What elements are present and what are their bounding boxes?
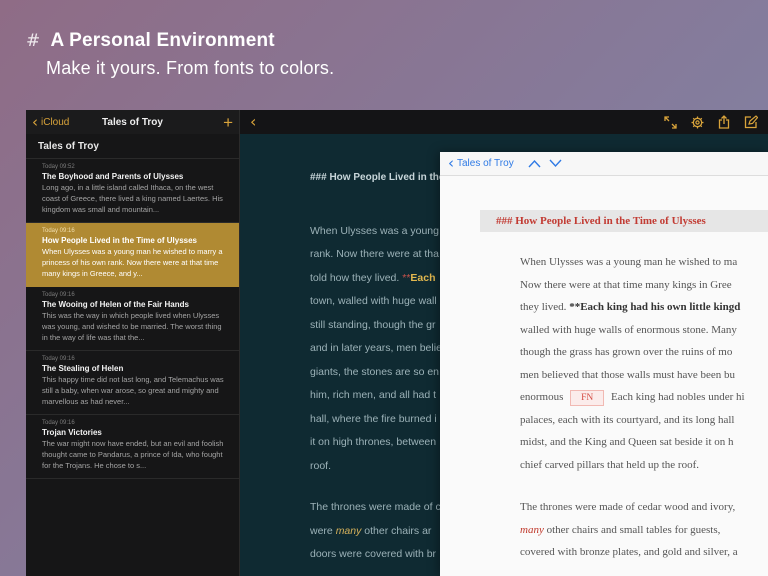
preview-line: men believed that those walls must have … xyxy=(520,368,736,381)
folder-header: Tales of Troy xyxy=(26,134,239,159)
hero-title: A Personal Environment xyxy=(50,30,275,51)
note-list-item[interactable]: Today 09:16 The Wooing of Helen of the F… xyxy=(26,287,239,351)
italic-word: many xyxy=(335,524,362,537)
preview-line: covered with bronze plates, and gold and… xyxy=(520,546,738,558)
preview-line-text: Each king had nobles under hi xyxy=(611,391,745,403)
preview-body: When Ulysses was a young man he wished t… xyxy=(520,251,768,564)
preview-navbar: ‹ Tales of Troy xyxy=(440,152,768,176)
back-label: iCloud xyxy=(41,116,70,128)
back-to-icloud-button[interactable]: ‹ iCloud xyxy=(32,112,70,131)
preview-line: many other chairs and small tables for g… xyxy=(520,519,768,542)
note-date: Today 09:16 xyxy=(42,420,75,426)
editor-toolbar: ‹ xyxy=(240,110,768,134)
preview-line: enormous FN Each king had nobles under h… xyxy=(520,386,768,409)
chevron-down-icon[interactable] xyxy=(549,159,562,168)
preview-pane: ‹ Tales of Troy ### How People Lived in … xyxy=(440,152,768,576)
note-title: The Stealing of Helen xyxy=(42,364,124,373)
preview-line: When Ulysses was a young man he wished t… xyxy=(520,256,738,268)
note-excerpt: This was the way in which people lived w… xyxy=(42,311,222,342)
hero-subtitle: Make it yours. From fonts to colors. xyxy=(46,58,335,78)
preview-line-text: they lived. xyxy=(520,301,567,313)
preview-line: Now there were at that time many kings i… xyxy=(520,278,732,291)
chevron-left-icon: ‹ xyxy=(32,112,38,131)
preview-line: walled with huge walls of enormous stone… xyxy=(520,323,737,336)
note-date: Today 09:16 xyxy=(42,356,75,362)
chevron-left-icon[interactable]: ‹ xyxy=(250,114,256,130)
note-title: Trojan Victories xyxy=(42,428,102,437)
note-excerpt: When Ulysses was a young man he wished t… xyxy=(42,247,223,278)
preview-line: they lived. **Each king had his own litt… xyxy=(520,296,768,319)
chevron-up-icon[interactable] xyxy=(528,159,541,168)
note-list-item-selected[interactable]: Today 09:16 How People Lived in the Time… xyxy=(26,223,239,287)
note-title: The Wooing of Helen of the Fair Hands xyxy=(42,300,189,309)
add-note-button[interactable]: + xyxy=(223,114,233,131)
sidebar: ‹ iCloud Tales of Troy + Tales of Troy T… xyxy=(26,110,240,576)
note-excerpt: The war might now have ended, but an evi… xyxy=(42,439,224,470)
preview-line-text: enormous xyxy=(520,391,564,403)
hash-icon: # xyxy=(26,31,41,51)
italic-word: many xyxy=(520,523,544,536)
note-navigation xyxy=(528,159,562,168)
expand-icon[interactable] xyxy=(664,115,677,129)
editor-tools xyxy=(664,115,758,129)
note-list-item[interactable]: Today 09:52 The Boyhood and Parents of U… xyxy=(26,159,239,223)
note-list-item[interactable]: Today 09:16 The Stealing of Helen This h… xyxy=(26,351,239,415)
bold-word: Each xyxy=(410,271,436,284)
preview-line: chief carved pillars that held up the ro… xyxy=(520,458,699,471)
gear-icon[interactable] xyxy=(691,116,704,129)
sidebar-navbar: ‹ iCloud Tales of Troy + xyxy=(26,110,239,134)
editor-line-text: told how they lived. xyxy=(310,271,400,284)
note-excerpt: Long ago, in a little island called Itha… xyxy=(42,183,223,214)
note-date: Today 09:16 xyxy=(42,228,75,234)
hero: # A Personal Environment Make it yours. … xyxy=(26,30,334,79)
bold-text: **Each king had his own little kingd xyxy=(569,301,741,313)
note-title: How People Lived in the Time of Ulysses xyxy=(42,236,198,245)
share-icon[interactable] xyxy=(718,115,730,129)
note-date: Today 09:16 xyxy=(42,292,75,298)
preview-line: The thrones were made of cedar wood and … xyxy=(520,501,736,513)
footnote-badge[interactable]: FN xyxy=(570,390,605,406)
note-excerpt: This happy time did not last long, and T… xyxy=(42,375,224,406)
back-label: Tales of Troy xyxy=(457,158,514,169)
note-title: The Boyhood and Parents of Ulysses xyxy=(42,172,184,181)
hero-title-row: # A Personal Environment xyxy=(26,30,334,52)
preview-heading: ### How People Lived in the Time of Ulys… xyxy=(480,210,768,232)
chevron-left-icon: ‹ xyxy=(448,154,454,172)
compose-icon[interactable] xyxy=(744,115,758,129)
note-date: Today 09:52 xyxy=(42,164,75,170)
preview-line: though the grass has grown over the ruin… xyxy=(520,346,733,358)
editor-line-text: other chairs ar xyxy=(364,524,432,537)
note-list-item[interactable]: Today 09:16 Trojan Victories The war mig… xyxy=(26,415,239,479)
preview-line: palaces, each with its courtyard, and it… xyxy=(520,413,735,426)
back-to-notes-button[interactable]: ‹ Tales of Troy xyxy=(448,156,514,171)
preview-line-text: other chairs and small tables for guests… xyxy=(546,523,721,536)
preview-line: midst, and the King and Queen sat beside… xyxy=(520,436,734,448)
editor-line-text: were xyxy=(310,524,333,537)
